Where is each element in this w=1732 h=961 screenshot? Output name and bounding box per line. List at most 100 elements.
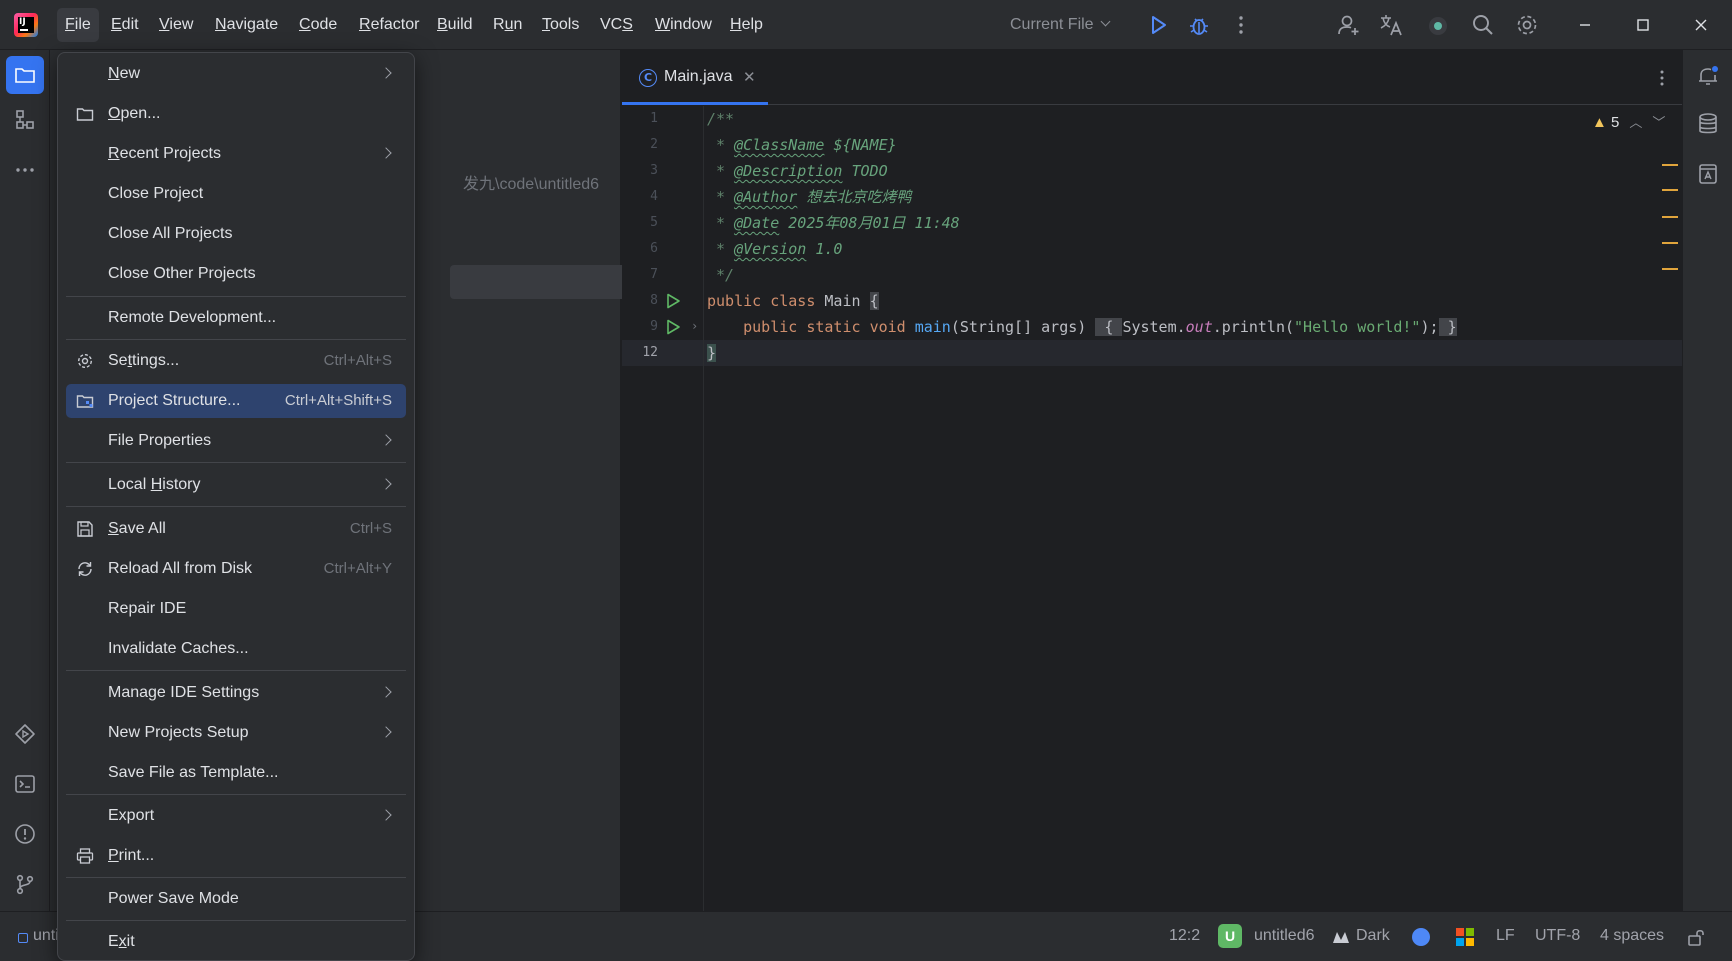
- print-icon: [76, 848, 94, 864]
- menu-item-recent-projects[interactable]: Recent Projects: [66, 137, 406, 171]
- close-icon[interactable]: [1688, 12, 1714, 38]
- more-tools-button[interactable]: [6, 151, 44, 189]
- menu-code[interactable]: Code: [291, 8, 345, 42]
- project-tool-button[interactable]: [6, 56, 44, 94]
- minimize-icon[interactable]: [1572, 12, 1598, 38]
- menu-item-repair-ide[interactable]: Repair IDE: [66, 592, 406, 626]
- folder-icon: [76, 108, 94, 121]
- params: (String[] args): [950, 318, 1087, 336]
- notifications-icon[interactable]: [1696, 64, 1720, 88]
- menu-help[interactable]: Help: [722, 8, 771, 42]
- menu-tools[interactable]: Tools: [534, 8, 587, 42]
- warning-stripe-mark[interactable]: [1662, 164, 1678, 166]
- menu-item-invalidate-caches[interactable]: Invalidate Caches...: [66, 632, 406, 666]
- add-user-icon[interactable]: [1335, 12, 1361, 38]
- unlock-icon[interactable]: [1686, 927, 1706, 947]
- project-root-path[interactable]: 发九\code\untitled6: [463, 170, 599, 194]
- menu-item-new-projects-setup[interactable]: New Projects Setup: [66, 716, 406, 750]
- tab-main-java[interactable]: C Main.java ✕: [622, 50, 768, 105]
- menu-build[interactable]: Build: [429, 8, 481, 42]
- translate-icon[interactable]: [1378, 12, 1404, 38]
- ai-chat-icon[interactable]: [1696, 162, 1720, 186]
- doc-value: ${NAME}: [833, 136, 897, 154]
- menu-item-exit[interactable]: Exit: [66, 925, 406, 959]
- fold-chevron-icon[interactable]: ›: [691, 319, 698, 333]
- warning-stripe-mark[interactable]: [1662, 189, 1678, 191]
- menu-window[interactable]: Window: [647, 8, 720, 42]
- menu-navigate[interactable]: Navigate: [207, 8, 286, 42]
- line-number: 5: [650, 215, 658, 230]
- breadcrumb-project[interactable]: unti: [33, 927, 59, 945]
- menu-file[interactable]: File: [57, 8, 99, 42]
- menu-item-power-save-mode[interactable]: Power Save Mode: [66, 882, 406, 916]
- next-problem-icon[interactable]: ﹀: [1652, 115, 1665, 130]
- menu-separator: [66, 920, 406, 921]
- theme-name[interactable]: Dark: [1356, 927, 1390, 945]
- module-name[interactable]: untitled6: [1254, 927, 1315, 945]
- menu-item-close-other-projects[interactable]: Close Other Projects: [66, 257, 406, 291]
- run-configuration-selector[interactable]: Current File: [1010, 14, 1111, 36]
- menu-item-close-all-projects[interactable]: Close All Projects: [66, 217, 406, 251]
- warning-stripe-mark[interactable]: [1662, 216, 1678, 218]
- copilot-status-icon[interactable]: [1412, 928, 1430, 946]
- menu-item-label: Close Other Projects: [108, 265, 256, 282]
- line-separator[interactable]: LF: [1496, 927, 1515, 945]
- inspection-widget[interactable]: ▲ 5 ︿ ﹀: [1592, 112, 1665, 131]
- code-line-8: public class Main {: [707, 288, 879, 314]
- debug-icon[interactable]: [1186, 12, 1212, 38]
- menu-item-local-history[interactable]: Local History: [66, 468, 406, 502]
- menu-item-reload-all-from-disk[interactable]: Reload All from Disk Ctrl+Alt+Y: [66, 552, 406, 586]
- menu-item-save-file-as-template[interactable]: Save File as Template...: [66, 756, 406, 790]
- menu-edit[interactable]: Edit: [103, 8, 147, 42]
- intellij-logo-icon[interactable]: IJ: [14, 13, 38, 37]
- run-icon[interactable]: [1145, 12, 1171, 38]
- more-vertical-icon[interactable]: [1228, 12, 1254, 38]
- run-gutter-icon[interactable]: [665, 293, 681, 309]
- menu-separator: [66, 670, 406, 671]
- file-encoding[interactable]: UTF-8: [1535, 927, 1580, 945]
- indent-setting[interactable]: 4 spaces: [1600, 927, 1664, 945]
- menu-item-print[interactable]: Print...: [66, 839, 406, 873]
- doc-value: 1.0: [815, 240, 843, 258]
- folded-brace[interactable]: {: [1095, 318, 1123, 336]
- menu-vcs[interactable]: VCS: [592, 8, 641, 42]
- menu-item-export[interactable]: Export: [66, 799, 406, 833]
- menu-item-remote-development[interactable]: Remote Development...: [66, 301, 406, 335]
- menu-item-file-properties[interactable]: File Properties: [66, 424, 406, 458]
- menu-item-label: New Projects Setup: [108, 724, 249, 741]
- git-tool-button[interactable]: [6, 865, 44, 903]
- menu-item-settings[interactable]: Settings... Ctrl+Alt+S: [66, 344, 406, 378]
- menu-item-close-project[interactable]: Close Project: [66, 177, 406, 211]
- services-tool-button[interactable]: [6, 715, 44, 753]
- database-icon[interactable]: [1696, 112, 1720, 136]
- menu-item-label: Save File as Template...: [108, 764, 279, 781]
- terminal-tool-button[interactable]: [6, 765, 44, 803]
- prev-problem-icon[interactable]: ︿: [1629, 115, 1642, 130]
- maximize-icon[interactable]: [1630, 12, 1656, 38]
- submenu-arrow-icon: [380, 434, 392, 446]
- structure-tool-button[interactable]: [6, 101, 44, 139]
- menu-refactor[interactable]: Refactor: [351, 8, 427, 42]
- tab-close-icon[interactable]: ✕: [743, 68, 756, 86]
- run-gutter-icon[interactable]: [665, 319, 681, 335]
- menu-item-manage-ide-settings[interactable]: Manage IDE Settings: [66, 676, 406, 710]
- settings-icon[interactable]: [1514, 12, 1540, 38]
- folded-brace-close[interactable]: }: [1438, 318, 1457, 336]
- menu-item-new[interactable]: New: [66, 57, 406, 91]
- chevron-down-icon: [1100, 16, 1111, 27]
- menu-item-save-all[interactable]: Save All Ctrl+S: [66, 512, 406, 546]
- menu-run[interactable]: Run: [485, 8, 530, 42]
- menu-item-project-structure[interactable]: Project Structure... Ctrl+Alt+Shift+S: [66, 384, 406, 418]
- problems-tool-button[interactable]: [6, 815, 44, 853]
- menu-separator: [66, 462, 406, 463]
- windows-icon[interactable]: [1456, 928, 1474, 946]
- warning-stripe-mark[interactable]: [1662, 268, 1678, 270]
- code-editor[interactable]: 1 2 3 4 5 6 7 8 9 12 › /** * @ClassName …: [622, 106, 1682, 911]
- menu-item-open[interactable]: Open...: [66, 97, 406, 131]
- search-icon[interactable]: [1470, 12, 1496, 38]
- caret-position[interactable]: 12:2: [1169, 927, 1200, 945]
- more-vertical-icon[interactable]: [1652, 68, 1672, 88]
- menu-view[interactable]: View: [151, 8, 201, 42]
- warning-stripe-mark[interactable]: [1662, 242, 1678, 244]
- ai-assistant-icon[interactable]: [1425, 12, 1451, 38]
